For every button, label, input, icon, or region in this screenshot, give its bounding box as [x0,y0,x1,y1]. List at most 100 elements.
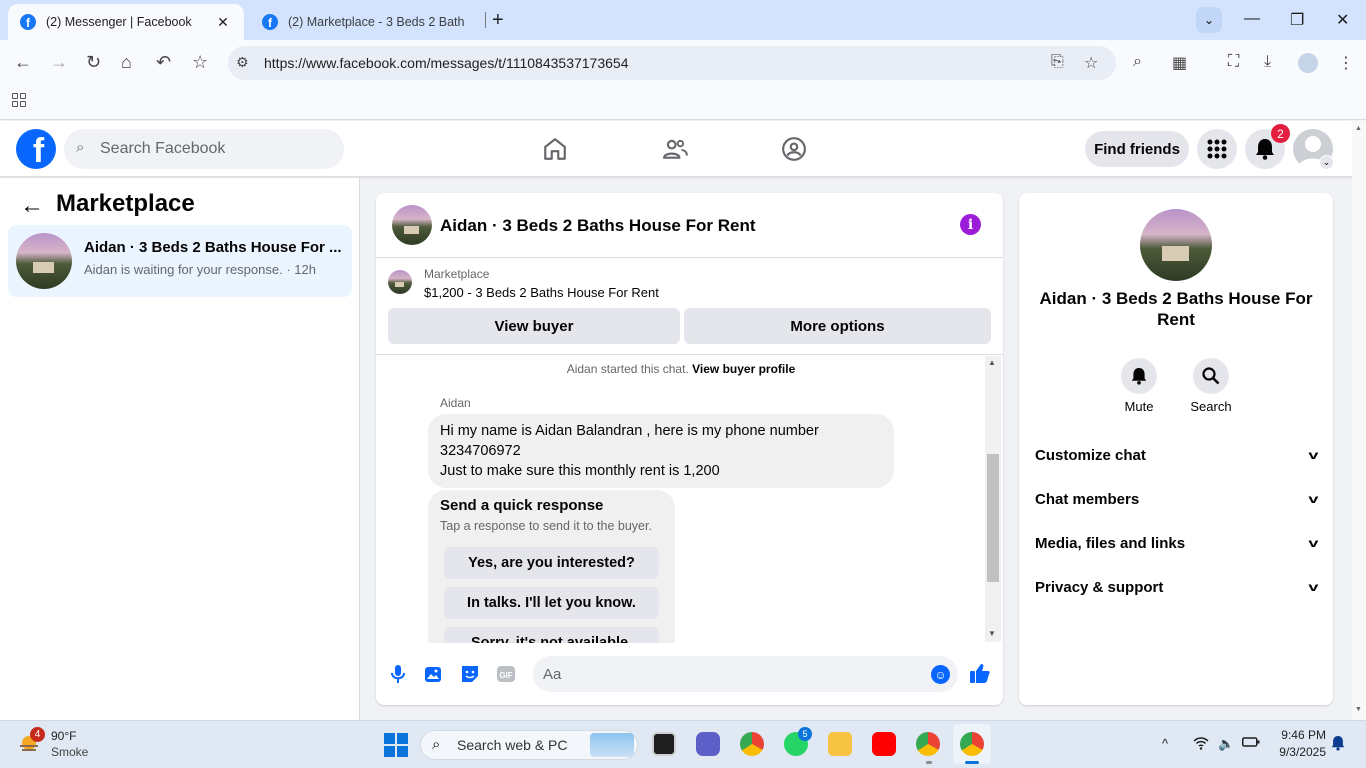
search-icon: ⌕ [432,736,441,753]
youtube-icon[interactable] [872,732,896,756]
listing-thumbnail [388,270,412,294]
quick-response-option[interactable]: In talks. I'll let you know. [444,587,659,619]
close-tab-icon[interactable]: ✕ [214,14,232,31]
facebook-search-input[interactable]: Search Facebook [64,129,344,169]
page-title: Marketplace [56,190,195,217]
back-arrow-icon[interactable]: ← [20,192,44,220]
customize-chat-row[interactable]: Customize chat v [1035,443,1319,467]
whatsapp-badge: 5 [798,727,812,741]
tab-search-chevron-icon[interactable]: ⌄ [1196,7,1222,33]
row-label: Customize chat [1035,446,1146,464]
chrome-icon[interactable] [740,732,764,756]
photo-icon[interactable] [424,664,444,684]
star-icon[interactable]: ☆ [1084,53,1098,73]
tab-separator [485,12,486,28]
chat-members-row[interactable]: Chat members v [1035,487,1319,511]
weather-temperature: 90°F [51,729,77,743]
listing-price-title[interactable]: $1,200 - 3 Beds 2 Baths House For Rent [424,285,659,300]
more-options-button[interactable]: More options [684,308,991,344]
row-label: Privacy & support [1035,578,1164,596]
find-friends-button[interactable]: Find friends [1085,131,1189,167]
scroll-up-icon[interactable]: ▲ [988,358,996,367]
gif-icon[interactable]: GIF [496,664,516,684]
avatar[interactable] [392,205,432,245]
minimize-icon[interactable]: — [1244,10,1260,28]
teams-icon[interactable] [696,732,720,756]
chrome-active-icon[interactable] [960,732,984,756]
message-input[interactable]: Aa [533,656,958,692]
chat-scrollbar-thumb[interactable] [987,454,999,582]
tab-messenger[interactable]: f (2) Messenger | Facebook ✕ [8,4,244,40]
microphone-icon[interactable] [388,664,408,684]
clock-time[interactable]: 9:46 PM [1270,728,1326,742]
facebook-favicon-icon: f [262,14,278,30]
scroll-up-icon[interactable]: ▲ [1355,125,1362,132]
task-view-icon[interactable] [652,732,676,756]
home-icon[interactable]: ⌂ [121,52,132,72]
site-info-icon[interactable]: ⚙ [236,54,249,71]
emoji-icon[interactable]: ☺ [931,665,950,684]
avatar[interactable] [1140,209,1212,281]
search-button[interactable] [1193,358,1229,394]
show-hidden-icons-icon[interactable]: ^ [1162,736,1168,751]
listing-category: Marketplace [424,267,490,281]
crop-icon[interactable]: ⛶ [1228,53,1239,71]
chat-started-text: Aidan started this chat. [566,362,689,376]
notification-bell-icon[interactable] [1331,735,1345,754]
url-input[interactable]: https://www.facebook.com/messages/t/1110… [228,46,1116,80]
browser-profile-icon[interactable] [1298,53,1318,73]
conversation-name: Aidan · 3 Beds 2 Baths House For ... [84,239,342,256]
close-window-icon[interactable]: ✕ [1336,10,1349,30]
sticker-icon[interactable] [460,664,480,684]
install-app-icon[interactable]: ⎘ [1051,53,1064,71]
message-line: Hi my name is Aidan Balandran , here is … [440,423,819,439]
friends-nav-icon[interactable] [661,135,689,163]
scroll-down-icon[interactable]: ▼ [988,629,996,638]
maximize-icon[interactable]: ❐ [1290,10,1304,30]
windows-start-icon[interactable] [384,733,408,757]
quick-response-option[interactable]: Yes, are you interested? [444,547,659,579]
tab-marketplace[interactable]: f (2) Marketplace - 3 Beds 2 Bath [250,4,482,40]
chat-started-notice: Aidan started this chat. View buyer prof… [376,362,986,376]
mute-button[interactable] [1121,358,1157,394]
facebook-logo[interactable]: f [16,129,56,169]
menu-grid-button[interactable] [1197,129,1237,169]
search-highlight-image[interactable] [590,733,634,757]
browser-menu-icon[interactable]: ⋮ [1338,53,1354,73]
chevron-down-icon[interactable]: ⌄ [1319,155,1334,170]
forward-icon[interactable]: → [50,52,68,72]
groups-nav-icon[interactable] [780,135,808,163]
chevron-down-icon: v [1308,448,1319,462]
volume-icon[interactable]: 🔈 [1218,736,1234,752]
info-icon[interactable]: i [960,214,981,235]
download-icon[interactable]: ⤓ [1264,53,1271,71]
chat-title[interactable]: Aidan · 3 Beds 2 Baths House For Rent [440,216,756,236]
undo-icon[interactable]: ↶ [156,52,171,72]
svg-text:GIF: GIF [499,671,512,680]
bookmark-star-icon[interactable]: ☆ [192,52,208,72]
contact-name: Aidan · 3 Beds 2 Baths House For Rent [1039,289,1313,329]
new-tab-icon[interactable]: + [492,10,504,30]
apps-grid-icon[interactable] [12,93,26,107]
back-icon[interactable]: ← [14,52,32,72]
qr-code-icon[interactable]: ▦ [1172,53,1187,73]
page-scrollbar[interactable] [1352,121,1366,720]
thumbs-up-icon[interactable] [969,662,991,690]
clock-date[interactable]: 9/3/2025 [1270,745,1326,759]
chrome-profile-icon[interactable] [916,732,940,756]
home-nav-icon[interactable] [541,135,569,163]
search-icon[interactable]: ⌕ [1133,53,1142,71]
wifi-icon[interactable] [1193,736,1209,753]
scroll-down-icon[interactable]: ▼ [1355,706,1362,713]
view-buyer-profile-link[interactable]: View buyer profile [692,362,795,376]
file-explorer-icon[interactable] [828,732,852,756]
battery-icon[interactable] [1242,736,1260,751]
divider [376,354,1003,355]
media-files-links-row[interactable]: Media, files and links v [1035,531,1319,555]
view-buyer-button[interactable]: View buyer [388,308,680,344]
quick-response-option[interactable]: Sorry, it's not available. [444,627,659,643]
chevron-down-icon: v [1308,492,1319,506]
privacy-support-row[interactable]: Privacy & support v [1035,575,1319,599]
tab-label: (2) Marketplace - 3 Beds 2 Bath [288,15,465,29]
reload-icon[interactable]: ↻ [86,52,101,72]
